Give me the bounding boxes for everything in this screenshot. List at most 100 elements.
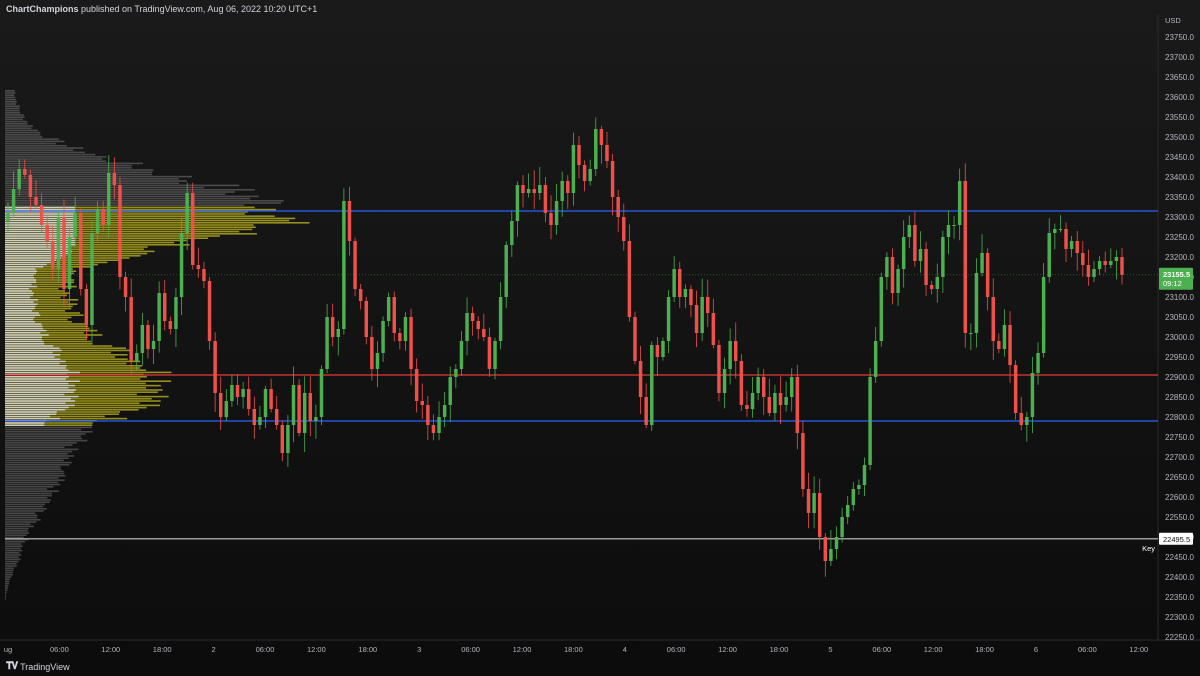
volume-profile-bar — [5, 118, 23, 121]
price-tick-label: 22650.0 — [1165, 473, 1194, 482]
volume-profile-bar — [5, 596, 6, 598]
candle-body — [1064, 229, 1068, 249]
volume-profile-inner-bar — [5, 365, 67, 367]
price-tick-label: 23200.0 — [1165, 253, 1194, 262]
candle-body — [39, 205, 44, 225]
candle-body — [857, 485, 861, 489]
bar-countdown: 09:12 — [1163, 279, 1182, 288]
volume-profile-bar — [5, 530, 28, 532]
candle-body — [650, 345, 654, 425]
time-tick-label: 18:00 — [564, 645, 583, 654]
tradingview-brand[interactable]: 𝐓𝐕 TradingView — [6, 661, 70, 672]
time-tick-label: 12:00 — [307, 645, 326, 654]
candle-body — [1041, 277, 1046, 353]
volume-profile-bar — [5, 510, 44, 512]
volume-profile-bar — [5, 448, 79, 451]
volume-profile-inner-bar — [5, 413, 57, 415]
candle-body — [409, 317, 413, 369]
key-price-value: 22495.5 — [1163, 535, 1190, 544]
time-tick-label: 12:00 — [1129, 645, 1148, 654]
price-tick-label: 23550.0 — [1165, 113, 1194, 122]
candle-body — [795, 377, 800, 433]
volume-profile-inner-bar — [5, 318, 34, 321]
candle-body — [605, 145, 609, 161]
volume-profile-bar — [5, 477, 59, 479]
price-tick-label: 23750.0 — [1165, 33, 1194, 42]
volume-profile-inner-bar — [5, 250, 73, 253]
volume-profile-bar — [5, 431, 93, 433]
volume-profile-bar — [5, 499, 51, 501]
volume-profile-bar — [5, 96, 16, 99]
candle-body — [179, 233, 184, 297]
candle-body — [498, 297, 503, 341]
candle-body — [163, 293, 167, 321]
volume-profile-bar — [5, 457, 69, 459]
level-lines[interactable] — [5, 210, 1158, 540]
candle-body — [789, 377, 794, 397]
volume-profile-bar — [5, 90, 15, 92]
candle-body — [929, 285, 934, 289]
volume-profile-bar — [5, 426, 92, 429]
volume-profile-bar — [5, 153, 96, 156]
candle-body — [286, 425, 290, 453]
time-axis[interactable]: ug 06:00 12:00 18:00 2 06:00 12:00 18:00 3 06:00 1… — [4, 645, 1148, 654]
volume-profile-inner-bar — [5, 285, 38, 288]
volume-profile-inner-bar — [5, 409, 66, 411]
price-axis[interactable]: USD 23750.0 23700.0 23650.0 23600.0 23550.0 23… — [1165, 16, 1194, 642]
volume-profile-inner-bar — [5, 362, 60, 365]
volume-profile-bar — [5, 598, 6, 600]
volume-profile-inner-bar — [5, 382, 69, 385]
volume-profile-bar — [5, 136, 43, 138]
candle-body — [1092, 269, 1096, 277]
candle-body — [913, 225, 917, 261]
volume-profile-bar — [5, 200, 284, 202]
candle-body — [95, 209, 100, 233]
candle-body — [767, 397, 772, 413]
time-tick-label: 12:00 — [101, 645, 120, 654]
volume-profile-bar — [5, 92, 16, 94]
candle-body — [907, 225, 912, 237]
volume-profile-bar — [5, 591, 7, 594]
candle-body — [1008, 325, 1012, 365]
candle-body — [454, 369, 458, 377]
volume-profile-bar — [5, 589, 8, 591]
candle-body — [185, 193, 189, 233]
volume-profile-bar — [5, 134, 41, 136]
volume-profile-inner-bar — [5, 266, 44, 268]
candle-body — [252, 409, 257, 425]
volume-profile-inner-bar — [5, 303, 38, 305]
volume-profile-bar — [5, 125, 34, 127]
volume-profile-inner-bar — [5, 338, 42, 341]
volume-profile-bar — [5, 494, 52, 497]
candle-body — [196, 265, 201, 269]
volume-profile-inner-bar — [5, 351, 53, 354]
volume-profile-inner-bar — [5, 294, 33, 297]
candle-body — [207, 281, 212, 341]
price-chart[interactable]: USD23750.023700.023650.023600.023550.023… — [0, 0, 1200, 676]
candle-body — [851, 489, 856, 505]
candle-body — [672, 269, 676, 297]
candle-body — [980, 253, 984, 273]
candle-body — [694, 305, 699, 333]
volume-profile-bar — [5, 525, 34, 528]
volume-profile-inner-bar — [5, 358, 61, 360]
volume-profile-bar — [5, 464, 70, 466]
candle-body — [801, 433, 805, 489]
candle-body — [168, 321, 173, 329]
candle-body — [1114, 257, 1119, 261]
volume-profile-bar — [5, 173, 153, 176]
volume-profile-bar — [5, 585, 9, 587]
time-tick-label: 06:00 — [872, 645, 891, 654]
candle-body — [969, 333, 973, 334]
volume-profile-bar — [5, 156, 107, 158]
candle-body — [610, 161, 615, 197]
tradingview-logo-icon: 𝐓𝐕 — [6, 661, 18, 672]
candle-body — [342, 201, 346, 329]
volume-profile-bar — [5, 481, 59, 484]
candle-body — [426, 405, 430, 425]
candle-body — [84, 289, 89, 325]
candle-body — [420, 401, 424, 405]
price-tick-label: 23650.0 — [1165, 73, 1194, 82]
volume-profile-bar — [5, 184, 240, 187]
candle-body — [941, 237, 945, 277]
